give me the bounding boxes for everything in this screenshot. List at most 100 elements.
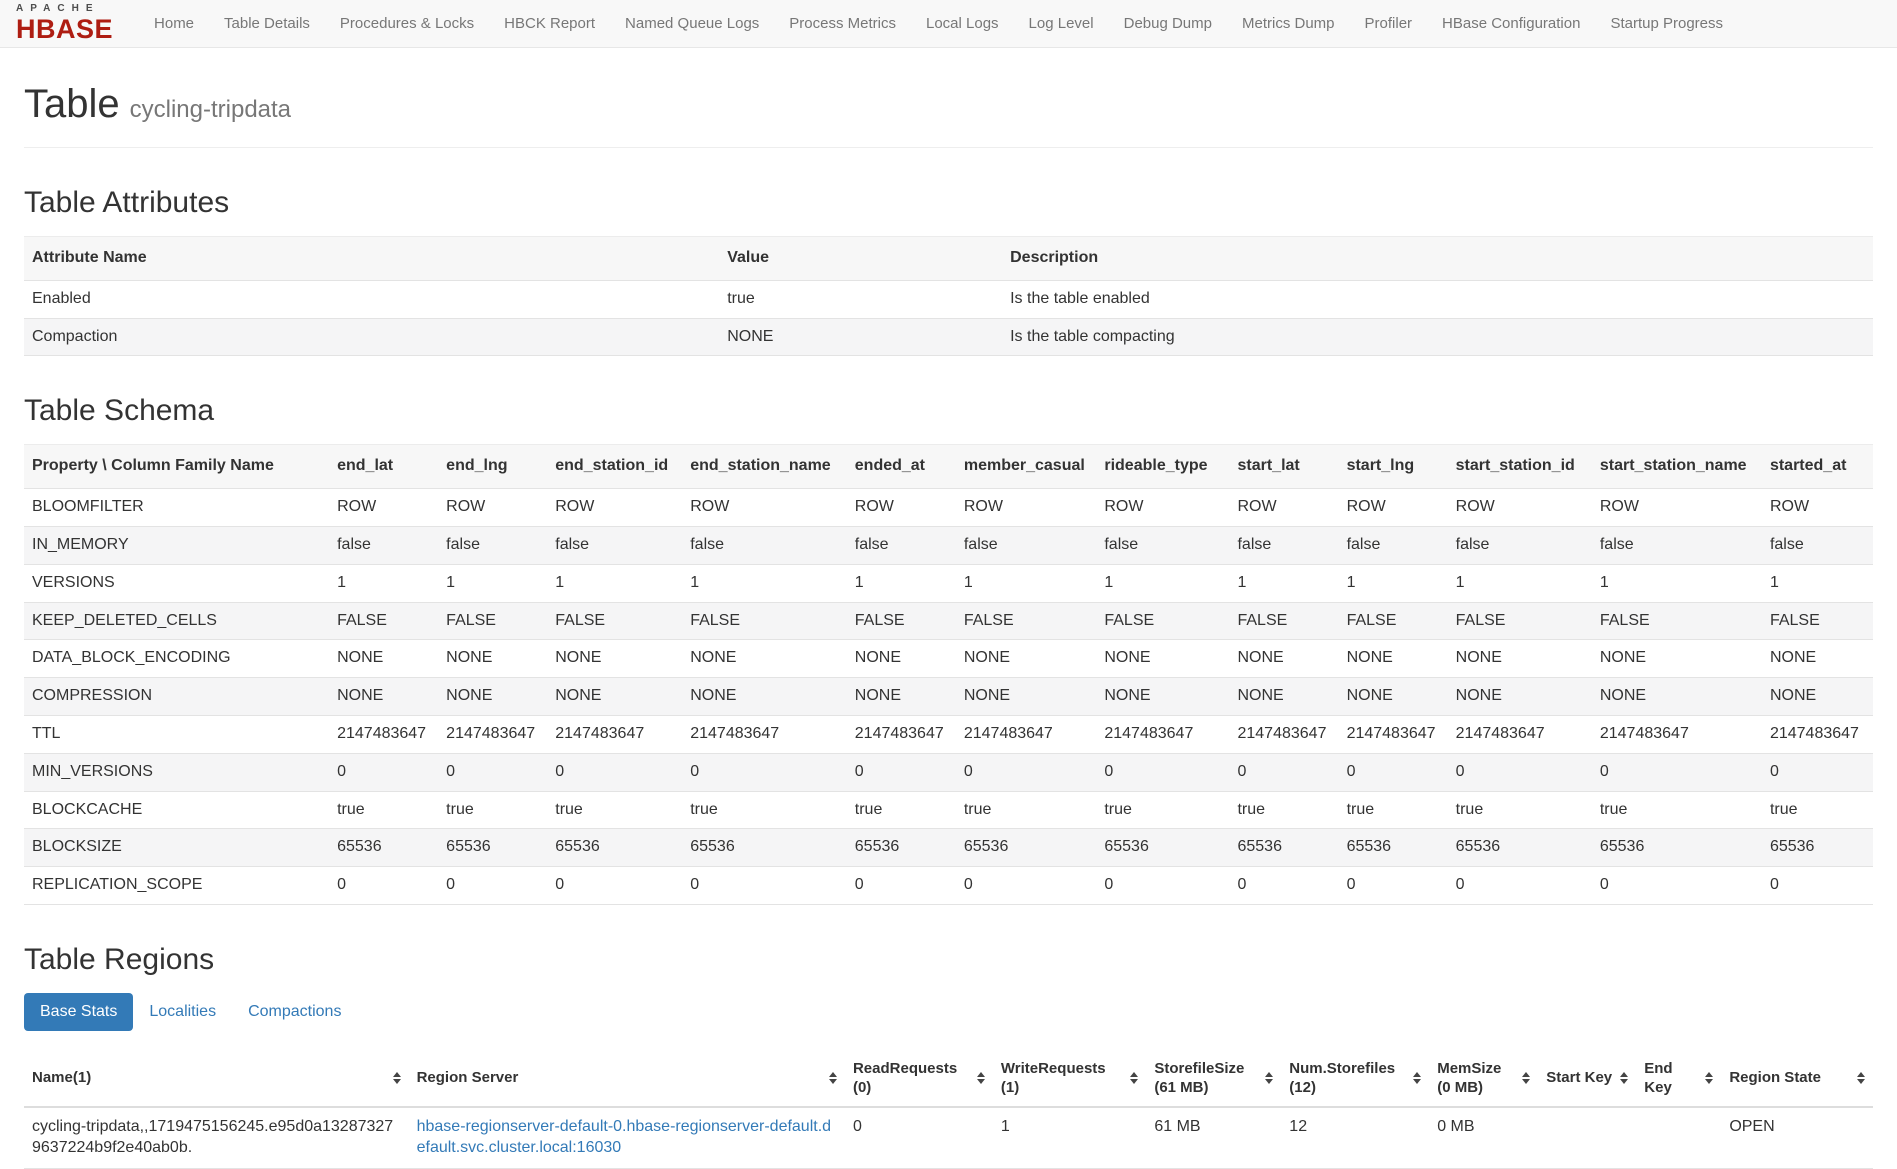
- nav-item-hbck-report[interactable]: HBCK Report: [489, 1, 610, 46]
- regions-col-label: Name(1): [32, 1068, 91, 1088]
- attribute-cell: NONE: [719, 318, 1002, 356]
- schema-property-value: 0: [847, 867, 956, 905]
- nav-item-startup-progress[interactable]: Startup Progress: [1595, 1, 1738, 46]
- sort-down-arrow: [1413, 1079, 1421, 1084]
- sort-down-arrow: [393, 1079, 401, 1084]
- nav-item-debug-dump[interactable]: Debug Dump: [1109, 1, 1227, 46]
- regions-col-name-1[interactable]: Name(1): [24, 1053, 409, 1107]
- schema-col-start-lng: start_lng: [1339, 445, 1448, 489]
- sort-icon: [1620, 1072, 1628, 1084]
- schema-header-row: Property \ Column Family Nameend_latend_…: [24, 445, 1873, 489]
- schema-property-value: 65536: [847, 829, 956, 867]
- attribute-cell: Is the table compacting: [1002, 318, 1873, 356]
- sort-icon: [393, 1072, 401, 1084]
- sort-icon: [1522, 1072, 1530, 1084]
- schema-property-value: NONE: [1592, 678, 1762, 716]
- regions-col-writerequests-1[interactable]: WriteRequests (1): [993, 1053, 1146, 1107]
- schema-col-member-casual: member_casual: [956, 445, 1097, 489]
- logo-apache-text: APACHE: [16, 4, 113, 14]
- region-cell-start-key: [1538, 1107, 1636, 1168]
- nav-item-log-level[interactable]: Log Level: [1014, 1, 1109, 46]
- nav-item-home[interactable]: Home: [139, 1, 209, 46]
- hbase-logo[interactable]: APACHE HBASE: [16, 4, 113, 43]
- schema-col-end-lat: end_lat: [329, 445, 438, 489]
- regions-col-storefilesize-61-mb[interactable]: StorefileSize (61 MB): [1146, 1053, 1281, 1107]
- regions-col-num-storefiles-12[interactable]: Num.Storefiles (12): [1281, 1053, 1429, 1107]
- schema-property-value: 1: [847, 564, 956, 602]
- sort-down-arrow: [829, 1079, 837, 1084]
- regions-col-label: StorefileSize (61 MB): [1154, 1059, 1261, 1098]
- regions-col-start-key[interactable]: Start Key: [1538, 1053, 1636, 1107]
- schema-property-name: KEEP_DELETED_CELLS: [24, 602, 329, 640]
- attributes-header-row: Attribute NameValueDescription: [24, 237, 1873, 281]
- nav-item-named-queue-logs[interactable]: Named Queue Logs: [610, 1, 774, 46]
- schema-property-value: ROW: [438, 489, 547, 527]
- regions-col-memsize-0-mb[interactable]: MemSize (0 MB): [1429, 1053, 1538, 1107]
- attributes-col-value: Value: [719, 237, 1002, 281]
- nav-item-local-logs[interactable]: Local Logs: [911, 1, 1014, 46]
- schema-property-value: 65536: [1448, 829, 1592, 867]
- schema-property-name: COMPRESSION: [24, 678, 329, 716]
- schema-property-value: 0: [1592, 867, 1762, 905]
- nav-item-metrics-dump[interactable]: Metrics Dump: [1227, 1, 1350, 46]
- sort-up-arrow: [829, 1072, 837, 1077]
- schema-property-value: FALSE: [547, 602, 682, 640]
- schema-property-value: true: [329, 791, 438, 829]
- schema-property-value: 0: [847, 753, 956, 791]
- schema-property-value: 0: [547, 867, 682, 905]
- region-server-link[interactable]: hbase-regionserver-default-0.hbase-regio…: [417, 1118, 831, 1156]
- regions-col-region-state[interactable]: Region State: [1721, 1053, 1873, 1107]
- schema-property-value: NONE: [682, 678, 847, 716]
- schema-property-value: false: [1448, 526, 1592, 564]
- nav-item-process-metrics[interactable]: Process Metrics: [774, 1, 911, 46]
- sort-down-arrow: [1857, 1079, 1865, 1084]
- schema-property-value: 1: [1229, 564, 1338, 602]
- schema-property-value: 65536: [1339, 829, 1448, 867]
- nav-item-hbase-configuration[interactable]: HBase Configuration: [1427, 1, 1595, 46]
- region-cell-region-server: hbase-regionserver-default-0.hbase-regio…: [409, 1107, 845, 1168]
- schema-property-value: 1: [1762, 564, 1873, 602]
- schema-property-value: true: [1448, 791, 1592, 829]
- region-cell-mem-size: 0 MB: [1429, 1107, 1538, 1168]
- schema-property-value: 2147483647: [1339, 715, 1448, 753]
- sort-icon: [1857, 1072, 1865, 1084]
- nav-item-procedures-locks[interactable]: Procedures & Locks: [325, 1, 489, 46]
- schema-property-value: 65536: [1096, 829, 1229, 867]
- schema-property-value: ROW: [956, 489, 1097, 527]
- nav-item-table-details[interactable]: Table Details: [209, 1, 325, 46]
- schema-col-end-station-name: end_station_name: [682, 445, 847, 489]
- sort-down-arrow: [1265, 1079, 1273, 1084]
- schema-property-value: 1: [547, 564, 682, 602]
- regions-col-label: Region Server: [417, 1068, 519, 1088]
- schema-property-value: FALSE: [1592, 602, 1762, 640]
- nav-item: Table Details: [209, 1, 325, 46]
- schema-property-value: NONE: [438, 678, 547, 716]
- schema-property-value: 65536: [438, 829, 547, 867]
- schema-row-data-block-encoding: DATA_BLOCK_ENCODINGNONENONENONENONENONEN…: [24, 640, 1873, 678]
- schema-property-value: 1: [1096, 564, 1229, 602]
- schema-property-value: 65536: [547, 829, 682, 867]
- schema-property-name: IN_MEMORY: [24, 526, 329, 564]
- region-cell-name: cycling-tripdata,,1719475156245.e95d0a13…: [24, 1107, 409, 1168]
- tab-compactions[interactable]: Compactions: [232, 993, 357, 1031]
- nav-item-profiler[interactable]: Profiler: [1350, 1, 1428, 46]
- schema-col-end-lng: end_lng: [438, 445, 547, 489]
- attributes-col-description: Description: [1002, 237, 1873, 281]
- schema-property-value: 2147483647: [1229, 715, 1338, 753]
- schema-row-versions: VERSIONS111111111111: [24, 564, 1873, 602]
- schema-property-value: ROW: [1229, 489, 1338, 527]
- sort-down-arrow: [1522, 1079, 1530, 1084]
- regions-col-end-key[interactable]: End Key: [1636, 1053, 1721, 1107]
- tab-localities[interactable]: Localities: [133, 993, 232, 1031]
- tab-base-stats[interactable]: Base Stats: [24, 993, 133, 1031]
- navbar-menu: HomeTable DetailsProcedures & LocksHBCK …: [139, 1, 1738, 46]
- schema-property-value: FALSE: [682, 602, 847, 640]
- regions-col-label: MemSize (0 MB): [1437, 1059, 1518, 1098]
- regions-col-readrequests-0[interactable]: ReadRequests (0): [845, 1053, 993, 1107]
- schema-property-value: ROW: [1339, 489, 1448, 527]
- regions-col-region-server[interactable]: Region Server: [409, 1053, 845, 1107]
- schema-property-value: 0: [329, 867, 438, 905]
- schema-property-value: false: [847, 526, 956, 564]
- nav-item: Debug Dump: [1109, 1, 1227, 46]
- regions-col-header: ReadRequests (0): [853, 1059, 985, 1098]
